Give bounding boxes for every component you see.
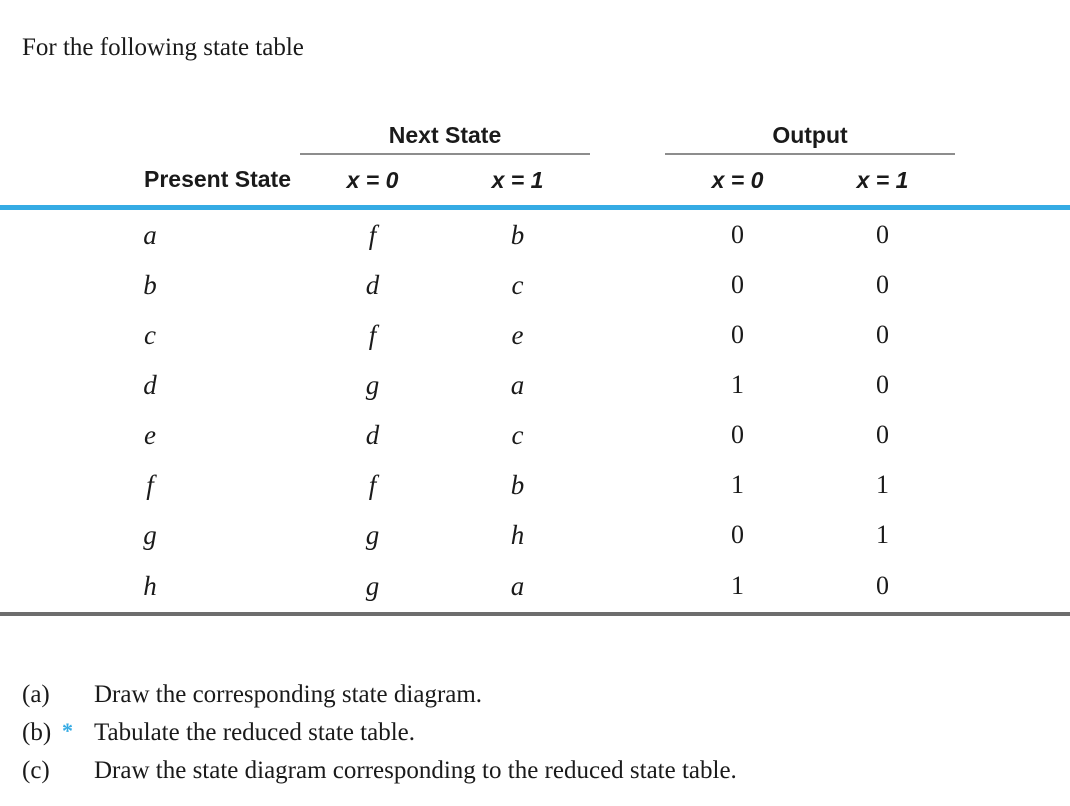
question-text: Tabulate the reduced state table. xyxy=(94,719,416,746)
cell-next-state-x1: c xyxy=(511,419,524,450)
state-table: Next State Output Present State x = 0 x … xyxy=(0,105,1070,616)
group-header-pad xyxy=(955,105,1070,154)
list-item: (b) * Tabulate the reduced state table. xyxy=(22,714,1052,752)
cell-next-state-x1: b xyxy=(510,219,525,250)
cell-next-state-x0: f xyxy=(368,469,377,500)
cell-present-state: h xyxy=(0,560,300,616)
group-header-blank xyxy=(0,105,300,154)
sub-header-row: Present State x = 0 x = 1 x = 0 x = 1 xyxy=(0,154,1070,210)
cell-pad xyxy=(955,510,1070,560)
cell-gap xyxy=(590,208,665,261)
cell-gap xyxy=(590,560,665,616)
column-header-next-x1: x = 1 xyxy=(445,154,590,210)
cell-output-x0: 0 xyxy=(731,320,744,349)
cell-next-state-x1: c xyxy=(511,269,524,300)
cell-output-x1: 0 xyxy=(876,270,889,299)
state-table-head: Next State Output Present State x = 0 x … xyxy=(0,105,1070,210)
state-table-container: Next State Output Present State x = 0 x … xyxy=(0,105,1070,616)
question-label: (a) xyxy=(22,681,50,708)
group-header-row: Next State Output xyxy=(0,105,1070,155)
cell-output-x0: 0 xyxy=(731,420,744,449)
question-text: Draw the corresponding state diagram. xyxy=(94,681,483,708)
cell-pad xyxy=(955,260,1070,310)
cell-next-state-x0: f xyxy=(368,319,377,350)
table-row: e d c 0 0 xyxy=(0,410,1070,460)
cell-next-state-x0: d xyxy=(365,269,380,300)
cell-output-x1: 1 xyxy=(876,470,889,499)
cell-output-x0: 1 xyxy=(665,560,810,616)
state-table-body: afb00bdc00cfe00dga10edc00ffb11ggh01hga10 xyxy=(0,208,1070,616)
cell-output-x1: 0 xyxy=(876,370,889,399)
cell-next-state-x0: g xyxy=(365,369,380,400)
cell-present-state: c xyxy=(144,319,156,350)
cell-output-x0: 0 xyxy=(731,520,744,549)
column-header-out-x1: x = 1 xyxy=(810,154,955,210)
cell-present-state: d xyxy=(143,369,157,400)
cell-output-x1: 1 xyxy=(876,520,889,549)
cell-output-x0: 1 xyxy=(731,470,744,499)
next-x0-label: x = 0 xyxy=(346,166,399,193)
cell-pad xyxy=(955,310,1070,360)
sub-header-gap xyxy=(590,154,665,210)
column-header-present-state: Present State xyxy=(0,154,300,210)
column-header-next-x0: x = 0 xyxy=(300,154,445,210)
group-header-gap xyxy=(590,105,665,154)
cell-pad xyxy=(955,560,1070,616)
intro-text: For the following state table xyxy=(22,34,304,61)
table-row: hga 10 xyxy=(0,560,1070,616)
table-row: d g a 1 0 xyxy=(0,360,1070,410)
cell-gap xyxy=(590,310,665,360)
table-row: g g h 0 1 xyxy=(0,510,1070,560)
cell-output-x1: 0 xyxy=(876,220,889,249)
table-row: c f e 0 0 xyxy=(0,310,1070,360)
list-item: (a) Draw the corresponding state diagram. xyxy=(22,676,1052,714)
out-x1-label: x = 1 xyxy=(856,166,909,193)
cell-pad xyxy=(955,360,1070,410)
question-label: (c) xyxy=(22,757,50,784)
cell-next-state-x0: g xyxy=(300,560,445,616)
cell-present-state: b xyxy=(143,269,157,300)
cell-gap xyxy=(590,260,665,310)
cell-output-x1: 0 xyxy=(810,560,955,616)
cell-pad xyxy=(955,410,1070,460)
column-header-out-x0: x = 0 xyxy=(665,154,810,210)
cell-pad xyxy=(955,460,1070,510)
question-list: (a) Draw the corresponding state diagram.… xyxy=(22,676,1052,790)
cell-next-state-x0: d xyxy=(365,419,380,450)
group-header-next-state: Next State xyxy=(300,105,590,155)
cell-output-x0: 1 xyxy=(731,370,744,399)
cell-gap xyxy=(590,510,665,560)
cell-gap xyxy=(590,360,665,410)
next-x1-label: x = 1 xyxy=(491,166,544,193)
cell-output-x0: 0 xyxy=(731,270,744,299)
cell-next-state-x0: f xyxy=(368,219,377,250)
table-row: b d c 0 0 xyxy=(0,260,1070,310)
cell-next-state-x1: h xyxy=(510,519,525,550)
question-label: (b) * xyxy=(22,714,74,752)
group-header-output: Output xyxy=(665,105,955,155)
table-row: f f b 1 1 xyxy=(0,460,1070,510)
cell-present-state: e xyxy=(144,419,156,450)
cell-output-x1: 0 xyxy=(876,420,889,449)
cell-output-x0: 0 xyxy=(731,220,744,249)
list-item: (c) Draw the state diagram corresponding … xyxy=(22,752,1052,790)
cell-pad xyxy=(955,208,1070,261)
cell-next-state-x1: a xyxy=(510,369,525,400)
cell-output-x1: 0 xyxy=(876,320,889,349)
asterisk-icon: * xyxy=(62,718,73,743)
cell-next-state-x0: g xyxy=(365,519,380,550)
cell-next-state-x1: e xyxy=(511,319,524,350)
cell-gap xyxy=(590,410,665,460)
sub-header-pad xyxy=(955,154,1070,210)
cell-next-state-x1: a xyxy=(445,560,590,616)
question-text: Draw the state diagram corresponding to … xyxy=(94,757,737,784)
cell-present-state: a xyxy=(143,219,157,250)
cell-present-state: f xyxy=(146,469,154,500)
cell-gap xyxy=(590,460,665,510)
cell-present-state: g xyxy=(143,519,157,550)
out-x0-label: x = 0 xyxy=(711,166,764,193)
table-row: a f b 0 0 xyxy=(0,208,1070,261)
cell-next-state-x1: b xyxy=(510,469,525,500)
